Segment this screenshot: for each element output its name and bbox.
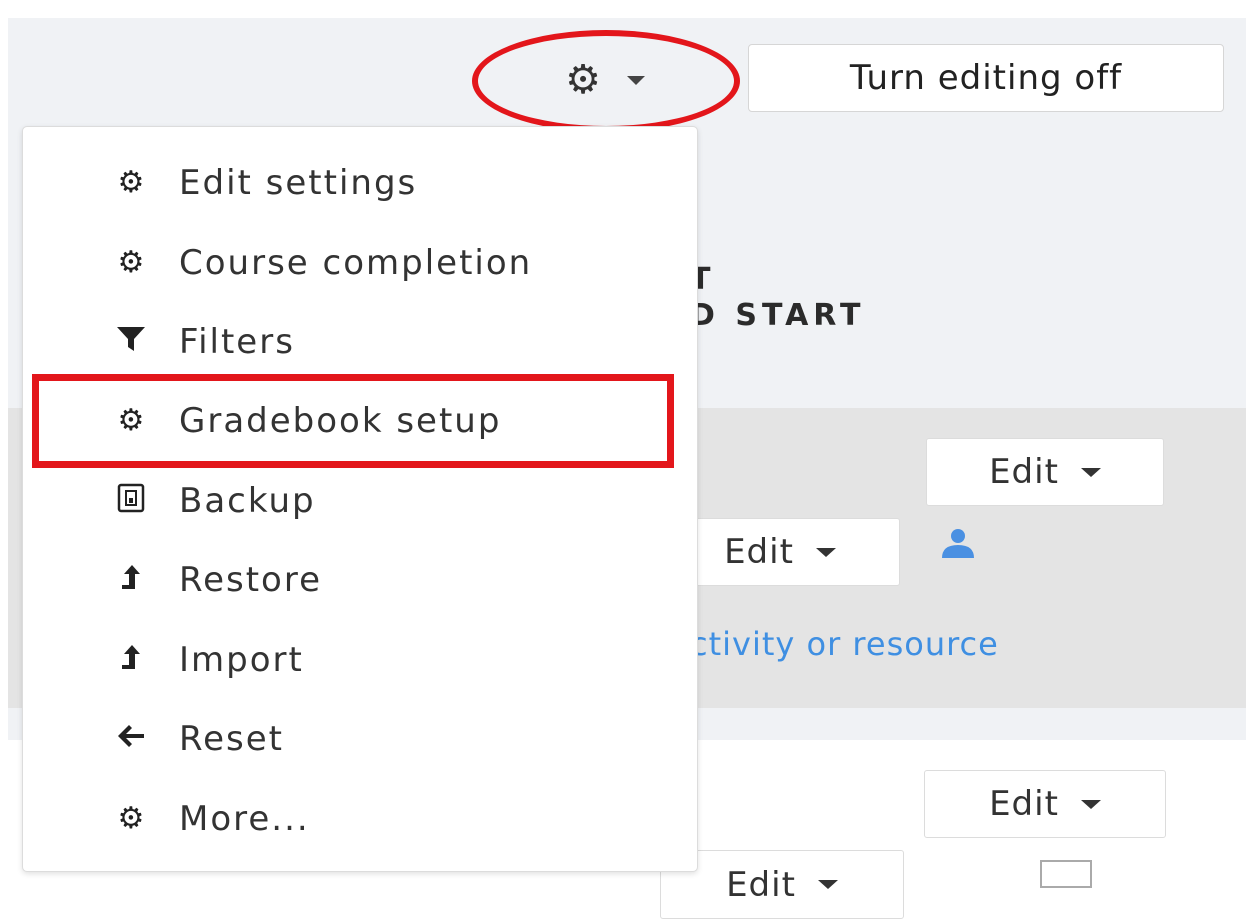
upload-icon [101,563,161,597]
gear-icon: ⚙ [117,245,145,280]
menu-item-filters[interactable]: Filters [23,302,697,382]
user-icon [938,528,978,565]
chevron-down-icon [815,547,836,557]
section-edit-button[interactable]: Edit [926,438,1164,506]
menu-item-label: Import [179,640,304,680]
backup-icon [101,483,161,519]
menu-item-label: Edit settings [179,163,418,203]
filter-icon [101,325,161,359]
add-activity-link[interactable]: ctivity or resource [690,625,999,663]
menu-item-backup[interactable]: Backup [23,461,697,541]
turn-editing-off-button[interactable]: Turn editing off [748,44,1224,112]
menu-item-more[interactable]: ⚙ More... [23,779,697,859]
edit-label: Edit [989,452,1059,492]
arrow-left-icon [101,723,161,755]
section-edit-button[interactable]: Edit [924,770,1166,838]
chevron-down-icon [626,75,645,85]
menu-item-course-completion[interactable]: ⚙ Course completion [23,223,697,303]
chevron-down-icon [817,880,838,889]
chevron-down-icon [1080,467,1101,477]
gear-icon: ⚙ [117,801,145,836]
completion-checkbox[interactable] [1040,860,1092,888]
upload-icon [101,643,161,677]
course-heading-line2: D START [690,298,866,333]
gear-icon: ⚙ [117,403,145,438]
menu-item-label: Restore [179,560,323,600]
menu-item-label: Reset [179,719,284,759]
course-actions-dropdown: ⚙ Edit settings ⚙ Course completion Filt… [22,126,698,872]
chevron-down-icon [1080,799,1101,809]
menu-item-reset[interactable]: Reset [23,699,697,779]
menu-item-label: Backup [179,481,316,521]
gear-icon: ⚙ [565,57,601,103]
course-actions-menu-toggle[interactable]: ⚙ [510,50,700,110]
menu-item-label: Filters [179,322,295,362]
top-strip [0,0,1246,18]
edit-label: Edit [726,864,796,905]
edit-label: Edit [989,784,1059,824]
menu-item-import[interactable]: Import [23,620,697,700]
menu-item-gradebook-setup[interactable]: ⚙ Gradebook setup [23,381,697,461]
menu-item-label: Gradebook setup [179,401,502,441]
menu-item-label: More... [179,799,310,839]
gear-icon: ⚙ [117,165,145,200]
menu-item-edit-settings[interactable]: ⚙ Edit settings [23,143,697,223]
menu-item-label: Course completion [179,243,533,283]
menu-item-restore[interactable]: Restore [23,540,697,620]
edit-label: Edit [724,532,794,572]
